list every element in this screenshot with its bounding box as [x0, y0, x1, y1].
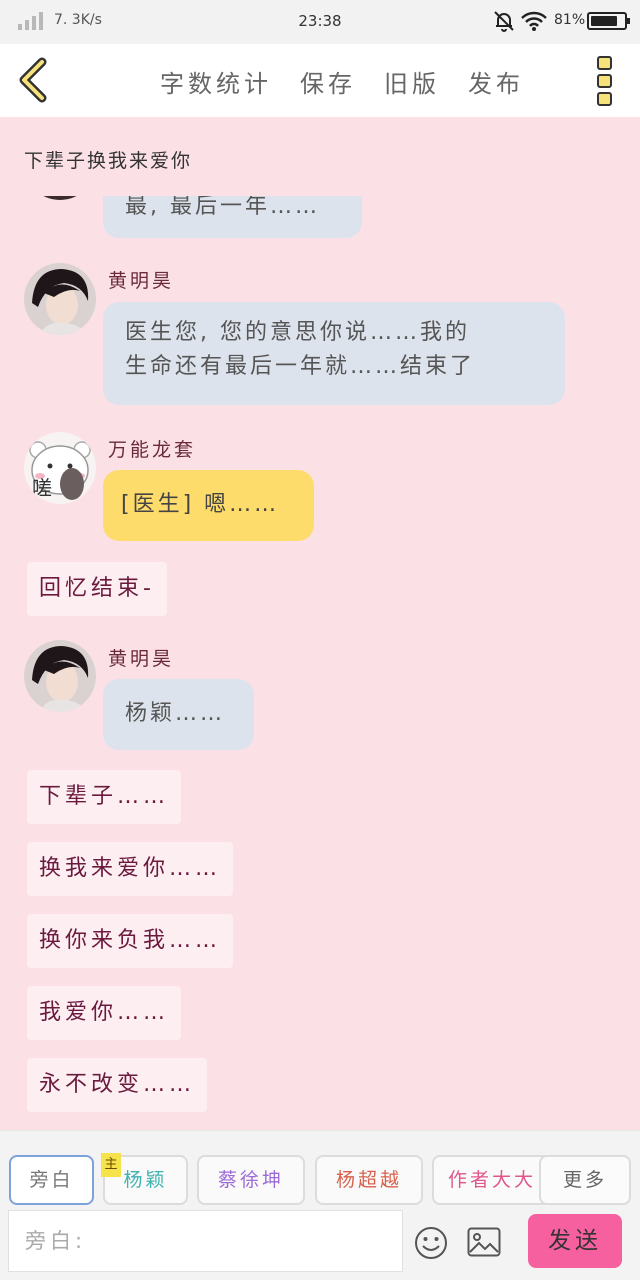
wifi-icon: [521, 11, 547, 31]
battery-percent: 81%: [554, 12, 586, 28]
main-role-badge: 主: [101, 1153, 121, 1177]
message-text: 最, 最后一年……: [125, 196, 320, 219]
speaker-name: 万能龙套: [108, 439, 197, 461]
role-label: 旁白: [29, 1169, 74, 1191]
top-toolbar: 字数统计 保存 旧版 发布: [0, 44, 640, 117]
role-chip-yangchaoyue[interactable]: 杨超越: [315, 1155, 423, 1205]
more-roles-button[interactable]: 更多: [539, 1155, 631, 1205]
message-input[interactable]: 旁白:: [8, 1210, 403, 1272]
message-text: 杨颖……: [125, 701, 226, 726]
role-chip-caixukun[interactable]: 蔡徐坤: [197, 1155, 305, 1205]
toolbar-actions: 字数统计 保存 旧版 发布: [160, 64, 552, 99]
avatar[interactable]: 嗟: [24, 432, 96, 504]
narration-line[interactable]: 换我来爱你……: [27, 842, 234, 896]
message-text-line: 生命还有最后一年就……结束了: [125, 354, 476, 379]
role-label: 作者大大: [447, 1169, 536, 1191]
chapter-title: 下辈子换我来爱你: [24, 150, 193, 172]
emoji-icon[interactable]: [414, 1226, 448, 1260]
publish-button[interactable]: 发布: [468, 64, 524, 99]
message-bubble[interactable]: 最, 最后一年……: [103, 196, 362, 238]
message-bubble[interactable]: 医生您, 您的意思你说……我的 生命还有最后一年就……结束了: [103, 302, 565, 405]
role-chip-author[interactable]: 作者大大: [432, 1155, 550, 1205]
role-label: 蔡徐坤: [217, 1169, 284, 1191]
old-version-button[interactable]: 旧版: [384, 64, 440, 99]
role-label: 杨超越: [335, 1169, 402, 1191]
speaker-name: 黄明昊: [108, 648, 175, 670]
message-list[interactable]: 最, 最后一年…… 黄明昊 医生您, 您的意思你说……我的 生命还有最后一年就……: [0, 196, 640, 1130]
bell-off-icon: [494, 11, 514, 32]
avatar-caption: 嗟: [32, 476, 52, 500]
message-text-line: 医生您, 您的意思你说……我的: [125, 320, 470, 345]
avatar[interactable]: [24, 196, 96, 200]
input-placeholder: 旁白:: [25, 1229, 87, 1253]
bottom-panel: 旁白 主 杨颖 蔡徐坤 杨超越 作者大大 更多 旁白: 发送: [0, 1130, 640, 1280]
avatar[interactable]: [24, 263, 96, 335]
message-text: [医生] 嗯……: [121, 492, 280, 517]
avatar-portrait: [24, 640, 96, 712]
more-icon[interactable]: [597, 56, 615, 106]
message-bubble[interactable]: 杨颖……: [103, 679, 254, 750]
send-button[interactable]: 发送: [528, 1214, 622, 1268]
narration-line[interactable]: 我爱你……: [27, 986, 182, 1040]
speaker-name: 黄明昊: [108, 270, 175, 292]
save-button[interactable]: 保存: [300, 64, 356, 99]
battery-icon: [587, 12, 630, 30]
role-chip-narrator[interactable]: 旁白: [9, 1155, 94, 1205]
narration-line[interactable]: 回忆结束-: [27, 562, 167, 616]
avatar[interactable]: [24, 640, 96, 712]
message-bubble[interactable]: [医生] 嗯……: [103, 470, 314, 541]
role-label: 更多: [562, 1169, 607, 1191]
image-icon[interactable]: [467, 1227, 501, 1257]
role-chip-yangying[interactable]: 主 杨颖: [101, 1153, 188, 1205]
back-arrow-icon[interactable]: [14, 56, 54, 104]
narration-line[interactable]: 永不改变……: [27, 1058, 208, 1112]
word-count-button[interactable]: 字数统计: [160, 64, 272, 99]
avatar-portrait: [24, 263, 96, 335]
status-bar: 7. 3K/s 23:38 81%: [0, 0, 640, 44]
narration-line[interactable]: 换你来负我……: [27, 914, 234, 968]
role-label: 杨颖: [123, 1169, 168, 1191]
narration-line[interactable]: 下辈子……: [27, 770, 182, 824]
